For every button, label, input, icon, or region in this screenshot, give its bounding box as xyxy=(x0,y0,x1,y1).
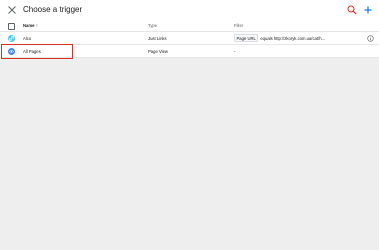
column-header-filter: Filter xyxy=(234,23,244,28)
column-header-type: Type xyxy=(148,23,158,28)
info-icon[interactable] xyxy=(367,35,374,42)
filter-condition: equals http://zkoryk.com.ua/cat/h... xyxy=(260,35,326,41)
highlight-box xyxy=(1,44,73,59)
add-icon[interactable] xyxy=(362,4,374,16)
trigger-type: Just Links xyxy=(148,35,167,41)
panel-header: Choose a trigger xyxy=(0,0,379,20)
search-icon[interactable] xyxy=(346,4,358,16)
trigger-name: Alco xyxy=(23,35,32,41)
trigger-filter: - xyxy=(234,48,236,54)
table-header-row: Name ↑ Type Filter xyxy=(0,20,379,32)
select-all-checkbox[interactable] xyxy=(8,23,15,30)
column-header-name[interactable]: Name ↑ xyxy=(23,20,38,31)
trigger-type: Page View xyxy=(148,48,168,54)
close-icon[interactable] xyxy=(7,5,17,15)
filter-variable-chip: Page URL xyxy=(234,33,259,43)
link-icon xyxy=(8,35,15,42)
page-title: Choose a trigger xyxy=(23,5,83,14)
column-name-label: Name xyxy=(23,23,35,28)
trigger-filter: Page URL equals http://zkoryk.com.ua/cat… xyxy=(234,32,325,44)
sort-arrow-icon: ↑ xyxy=(35,23,38,28)
